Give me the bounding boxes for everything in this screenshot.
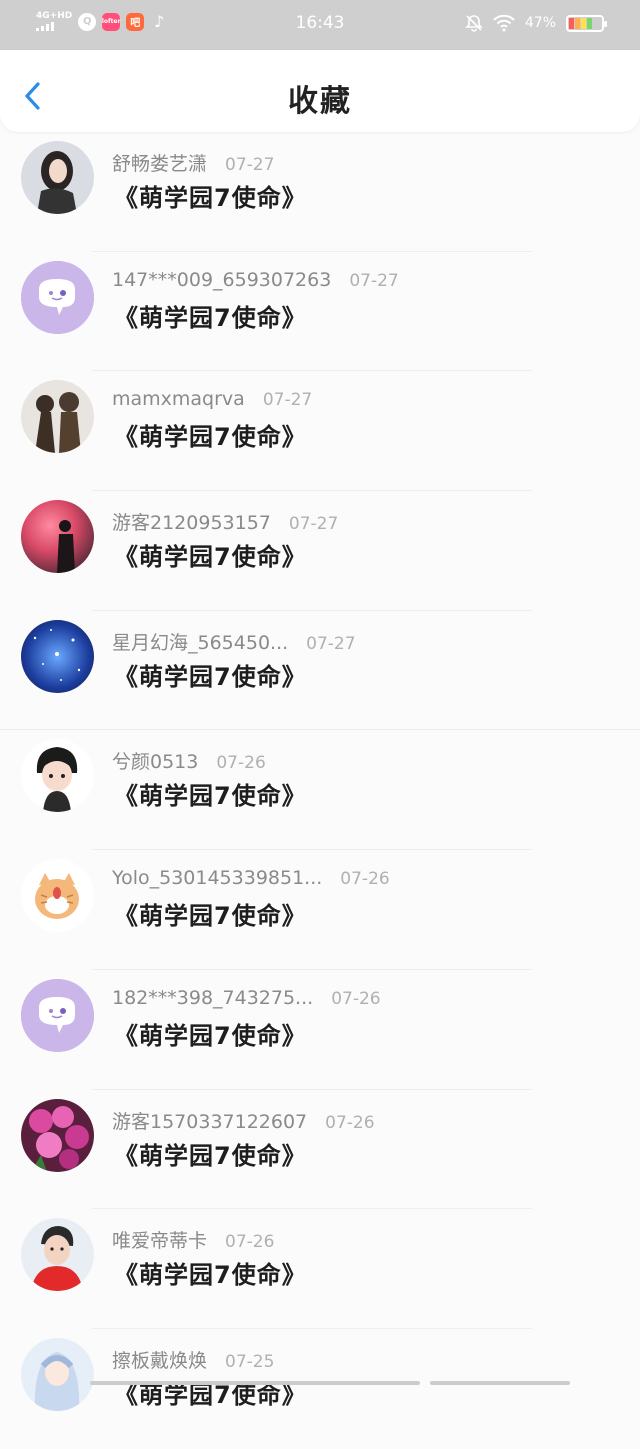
date: 07-26 bbox=[216, 753, 266, 774]
list-item[interactable]: 舒畅娄艺潇 07-27 《萌学园7使命》 bbox=[0, 132, 640, 252]
list-item[interactable]: 擦板戴焕焕 07-25 《萌学园7使命》 bbox=[0, 1329, 640, 1449]
avatar[interactable] bbox=[21, 619, 94, 693]
date: 07-27 bbox=[262, 390, 313, 411]
avatar[interactable] bbox=[21, 978, 94, 1052]
post-title[interactable]: 《萌学园7使命》 bbox=[114, 537, 307, 572]
username: 星月幻海_565450... 07-27 bbox=[112, 631, 356, 654]
battery-percent: 47% bbox=[524, 15, 556, 31]
username: mamxmaqrva 07-27 bbox=[112, 388, 313, 411]
username: 舒畅娄艺潇 07-27 bbox=[112, 153, 275, 175]
list-item[interactable]: 星月幻海_565450... 07-27 《萌学园7使命》 bbox=[0, 611, 640, 731]
date: 07-26 bbox=[331, 988, 381, 1009]
favorites-list: 舒畅娄艺潇 07-27 《萌学园7使命》 147***009_659307263 0… bbox=[0, 132, 640, 1449]
chat-bubble-icon bbox=[21, 260, 94, 334]
post-title[interactable]: 《萌学园7使命》 bbox=[114, 657, 307, 692]
username: 147***009_659307263 07-27 bbox=[112, 268, 399, 291]
date: 07-27 bbox=[288, 514, 339, 535]
list-item[interactable]: Yolo_530145339851... 07-26 《萌学园7使命》 bbox=[0, 850, 640, 970]
list-item[interactable]: 147***009_659307263 07-27 《萌学园7使命》 bbox=[0, 252, 640, 372]
username: 182***398_743275... 07-26 bbox=[112, 986, 381, 1009]
post-title[interactable]: 《萌学园7使命》 bbox=[114, 896, 307, 931]
avatar[interactable] bbox=[21, 859, 94, 933]
status-bar: 4G+HD Q lofter 吧 ♪ 16:43 47% bbox=[0, 0, 640, 50]
list-item[interactable]: mamxmaqrva 07-27 《萌学园7使命》 bbox=[0, 371, 640, 492]
date: 07-26 bbox=[340, 869, 390, 890]
post-title[interactable]: 《萌学园7使命》 bbox=[114, 178, 307, 213]
avatar[interactable] bbox=[21, 260, 94, 334]
date: 07-27 bbox=[349, 270, 399, 291]
list-item[interactable]: 兮颜0513 07-26 《萌学园7使命》 bbox=[0, 730, 640, 851]
list-item[interactable]: 游客2120953157 07-27 《萌学园7使命》 bbox=[0, 491, 640, 611]
wifi-icon bbox=[493, 14, 515, 32]
list-item[interactable]: 182***398_743275... 07-26 《萌学园7使命》 bbox=[0, 970, 640, 1090]
header: 收藏 bbox=[0, 50, 640, 132]
username: 游客2120953157 07-27 bbox=[112, 512, 339, 535]
post-title[interactable]: 《萌学园7使命》 bbox=[114, 1136, 307, 1171]
date: 07-27 bbox=[225, 155, 275, 175]
date: 07-26 bbox=[225, 1232, 275, 1253]
list-item[interactable]: 唯爱帝蒂卡 07-26 《萌学园7使命》 bbox=[0, 1209, 640, 1329]
page-title: 收藏 bbox=[288, 84, 352, 119]
battery-icon bbox=[566, 14, 607, 32]
home-indicator bbox=[90, 1381, 570, 1385]
avatar[interactable] bbox=[21, 500, 94, 574]
mute-bell-icon bbox=[464, 15, 483, 32]
post-title[interactable]: 《萌学园7使命》 bbox=[114, 1255, 307, 1290]
post-title[interactable]: 《萌学园7使命》 bbox=[114, 1016, 307, 1051]
username: 唯爱帝蒂卡 07-26 bbox=[112, 1230, 275, 1253]
post-title[interactable]: 《萌学园7使命》 bbox=[114, 298, 307, 333]
status-right: 47% bbox=[464, 14, 607, 32]
date: 07-25 bbox=[225, 1351, 275, 1372]
username: 游客1570337122607 07-26 bbox=[112, 1110, 375, 1133]
avatar[interactable] bbox=[21, 1337, 94, 1411]
username: Yolo_530145339851... 07-26 bbox=[112, 867, 390, 890]
avatar[interactable] bbox=[21, 1218, 94, 1292]
list-item[interactable]: 游客1570337122607 07-26 《萌学园7使命》 bbox=[0, 1090, 640, 1210]
date: 07-26 bbox=[325, 1112, 375, 1133]
avatar[interactable] bbox=[21, 1098, 94, 1172]
post-title[interactable]: 《萌学园7使命》 bbox=[114, 417, 307, 452]
date: 07-27 bbox=[306, 633, 356, 654]
avatar[interactable] bbox=[21, 739, 94, 813]
username: 兮颜0513 07-26 bbox=[112, 751, 266, 774]
chat-bubble-icon bbox=[21, 978, 94, 1052]
username: 擦板戴焕焕 07-25 bbox=[112, 1349, 275, 1372]
avatar[interactable] bbox=[21, 380, 94, 454]
post-title[interactable]: 《萌学园7使命》 bbox=[114, 776, 307, 811]
avatar[interactable] bbox=[21, 141, 94, 214]
